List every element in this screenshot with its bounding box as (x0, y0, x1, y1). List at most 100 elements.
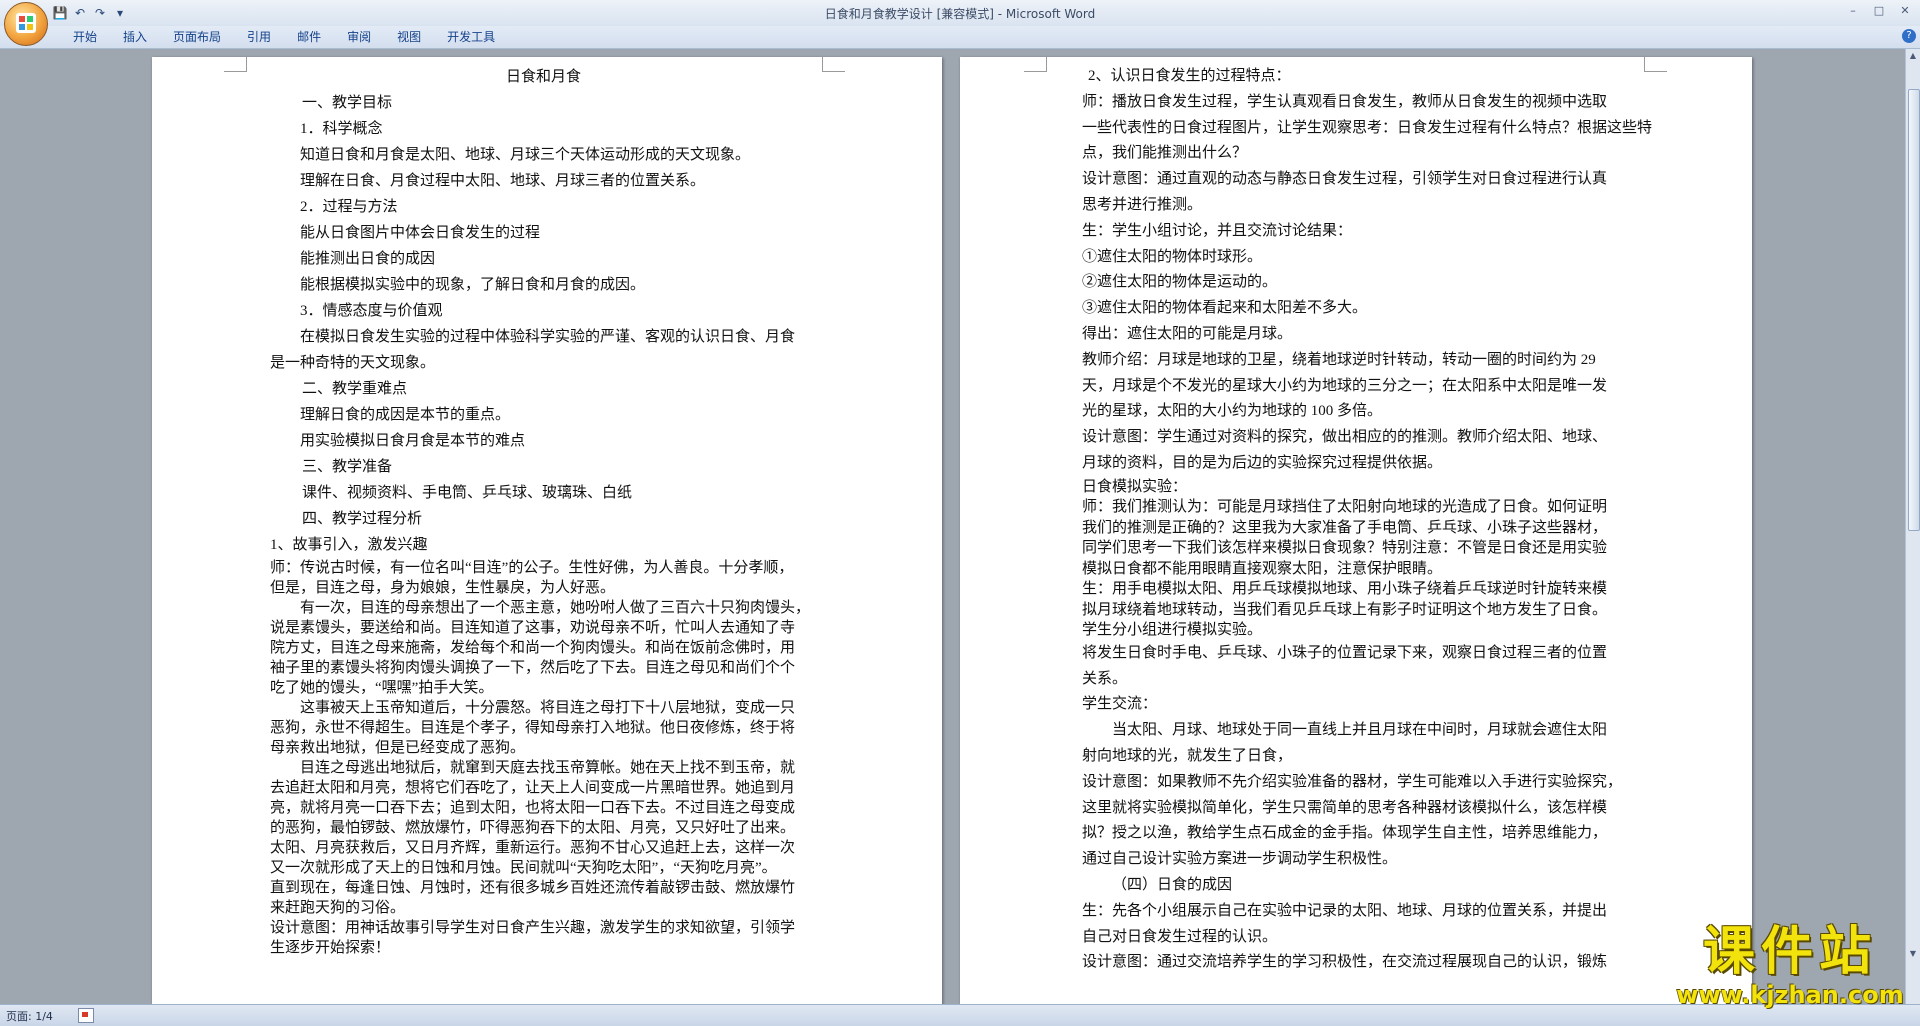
tab-mailings[interactable]: 邮件 (284, 29, 334, 45)
tab-review[interactable]: 审阅 (334, 29, 384, 45)
document-page-1[interactable]: 日食和月食 一、教学目标 1．科学概念 知道日食和月食是太阳、地球、月球三个天体… (152, 57, 942, 1004)
paragraph: 模拟日食都不能用眼睛直接观察太阳，注意保护眼睛。 (1082, 560, 1443, 577)
paragraph: 生：先各个小组展示自己在实验中记录的太阳、地球、月球的位置关系，并提出 (1082, 902, 1608, 919)
document-page-2[interactable]: 2、认识日食发生的过程特点： 师：播放日食发生过程，学生认真观看日食发生，教师从… (960, 57, 1752, 1004)
story-line: 说是素馒头，要送给和尚。目连知道了这事，劝说母亲不听，忙叫人去通知了寺 (270, 620, 796, 636)
tab-view[interactable]: 视图 (384, 29, 434, 45)
paragraph: 天，月球是个不发光的星球大小约为地球的三分之一；在太阳系中太阳是唯一发 (1082, 377, 1608, 394)
subheading: （四）日食的成因 (1112, 876, 1233, 893)
story-line: 太阳、月亮获救后，又日月齐辉，重新运行。恶狗不甘心又追赶上去，这样一次 (270, 840, 796, 856)
ribbon-tabs: 开始 插入 页面布局 引用 邮件 审阅 视图 开发工具 (60, 29, 508, 45)
ribbon: 开始 插入 页面布局 引用 邮件 审阅 视图 开发工具 ? (0, 26, 1920, 49)
paragraph: 设计意图：通过直观的动态与静态日食发生过程，引领学生对日食过程进行认真 (1082, 171, 1608, 188)
tab-insert[interactable]: 插入 (110, 29, 160, 45)
heading: 二、教学重难点 (302, 381, 408, 397)
paragraph: 拟月球绕着地球转动，当我们看见乒乓球上有影子时证明这个地方发生了日食。 (1082, 601, 1608, 618)
margin-corner-marker (1024, 57, 1047, 72)
list-item: ②遮住太阳的物体是运动的。 (1082, 274, 1278, 291)
tab-home[interactable]: 开始 (60, 29, 110, 45)
undo-icon[interactable]: ↶ (72, 5, 88, 21)
document-title: 日食和月食教学设计 [兼容模式] - (824, 7, 1006, 21)
scrollbar-thumb[interactable] (1908, 89, 1920, 531)
paragraph: 设计意图：通过交流培养学生的学习积极性，在交流过程展现自己的认识，锻炼 (1082, 954, 1608, 971)
heading: 四、教学过程分析 (302, 511, 423, 527)
story-line: 母亲救出地狱，但是已经变成了恶狗。 (270, 740, 526, 756)
customize-toolbar-icon[interactable]: ▾ (112, 5, 128, 21)
paragraph: 同学们思考一下我们该怎样来模拟日食现象？特别注意：不管是日食还是用实验 (1082, 540, 1608, 557)
paragraph: 通过自己设计实验方案进一步调动学生积极性。 (1082, 851, 1398, 868)
heading: 三、教学准备 (302, 459, 393, 475)
document-workspace: 日食和月食 一、教学目标 1．科学概念 知道日食和月食是太阳、地球、月球三个天体… (0, 49, 1905, 1004)
story-line: 来赶跑天狗的习俗。 (270, 900, 406, 916)
subheading: 1、故事引入，激发兴趣 (270, 537, 428, 553)
title-bar: 日食和月食教学设计 [兼容模式] - Microsoft Word 💾 ↶ ↷ … (0, 0, 1920, 26)
paragraph: 点，我们能推测出什么？ (1082, 145, 1248, 162)
paragraph: 教师介绍：月球是地球的卫星，绕着地球逆时针转动，转动一圈的时间约为 29 (1082, 351, 1596, 368)
paragraph: 学生交流： (1082, 696, 1158, 713)
paragraph: 我们的推测是正确的？这里我为大家准备了手电筒、乒乓球、小珠子这些器材， (1082, 519, 1608, 536)
quick-access-toolbar: 💾 ↶ ↷ ▾ (52, 4, 128, 22)
story-line: 的恶狗，最怕锣鼓、燃放爆竹，吓得恶狗吞下的太阳、月亮，又只好吐了出来。 (270, 820, 796, 836)
paragraph: 拟？授之以渔，教给学生点石成金的金手指。体现学生自主性，培养思维能力， (1082, 825, 1608, 842)
list-item: ①遮住太阳的物体时球形。 (1082, 248, 1263, 265)
doc-title: 日食和月食 (506, 69, 582, 85)
story-line: 又一次就形成了天上的日蚀和月蚀。民间就叫“天狗吃太阳”，“天狗吃月亮”。 (270, 860, 777, 876)
office-button[interactable] (4, 2, 48, 46)
watermark-url: www.kjzhan.com (1676, 981, 1904, 1009)
window-controls: – □ ✕ (1840, 2, 1918, 20)
story-line: 院方丈，目连之母来施斋，发给每个和尚一个狗肉馒头。和尚在饭前念佛时，用 (270, 640, 796, 656)
paragraph: 关系。 (1082, 670, 1128, 687)
window-title: 日食和月食教学设计 [兼容模式] - Microsoft Word (0, 5, 1920, 22)
paragraph: 理解日食的成因是本节的重点。 (300, 407, 511, 423)
minimize-button[interactable]: – (1840, 2, 1866, 20)
help-icon[interactable]: ? (1902, 29, 1916, 43)
subheading: 3．情感态度与价值观 (300, 303, 443, 319)
paragraph: 设计意图：学生通过对资料的探究，做出相应的的推测。教师介绍太阳、地球、 (1082, 429, 1608, 446)
paragraph: 在模拟日食发生实验的过程中体验科学实验的严谨、客观的认识日食、月食 (300, 329, 796, 345)
story-line: 恶狗，永世不得超生。目连是个孝子，得知母亲打入地狱。他日夜修炼，终于将 (270, 720, 796, 736)
paragraph: 能从日食图片中体会日食发生的过程 (300, 225, 541, 241)
story-line: 去追赶太阳和月亮，想将它们吞吃了，让天上人间变成一片黑暗世界。她追到月 (270, 780, 796, 796)
paragraph: 生：学生小组讨论，并且交流讨论结果： (1082, 222, 1353, 239)
paragraph: 设计意图：如果教师不先介绍实验准备的器材，学生可能难以入手进行实验探究， (1082, 773, 1623, 790)
watermark-title: 课件站 (1702, 922, 1877, 982)
paragraph: 将发生日食时手电、乒乓球、小珠子的位置记录下来，观察日食过程三者的位置 (1082, 644, 1608, 661)
save-icon[interactable]: 💾 (52, 5, 68, 21)
paragraph: 课件、视频资料、手电筒、乒乓球、玻璃珠、白纸 (302, 485, 633, 501)
paragraph: 用实验模拟日食月食是本节的难点 (300, 433, 526, 449)
story-line: 师：传说古时候，有一位名叫“目连”的公子。生性好佛，为人善良。十分孝顺， (270, 560, 794, 576)
paragraph: 射向地球的光，就发生了日食， (1082, 747, 1293, 764)
paragraph: 生：用手电模拟太阳、用乒乓球模拟地球、用小珠子绕着乒乓球逆时针旋转来模 (1082, 581, 1608, 598)
story-line: 但是，目连之母，身为娘娘，生性暴戾，为人好恶。 (270, 580, 616, 596)
paragraph: 这里就将实验模拟简单化，学生只需简单的思考各种器材该模拟什么，该怎样模 (1082, 799, 1608, 816)
story-line: 直到现在，每逢日蚀、月蚀时，还有很多城乡百姓还流传着敲锣击鼓、燃放爆竹 (270, 880, 796, 896)
paragraph: 自己对日食发生过程的认识。 (1082, 928, 1278, 945)
paragraph: 学生分小组进行模拟实验。 (1082, 622, 1263, 639)
tab-developer[interactable]: 开发工具 (434, 29, 508, 45)
paragraph: 理解在日食、月食过程中太阳、地球、月球三者的位置关系。 (300, 173, 706, 189)
redo-icon[interactable]: ↷ (92, 5, 108, 21)
paragraph: 得出：遮住太阳的可能是月球。 (1082, 325, 1293, 342)
scroll-up-icon[interactable]: ▲ (1908, 51, 1918, 63)
proofing-icon[interactable] (78, 1008, 94, 1023)
paragraph: 师：我们推测认为：可能是月球挡住了太阳射向地球的光造成了日食。如何证明 (1082, 499, 1608, 516)
status-bar: 页面: 1/4 (0, 1004, 1920, 1026)
page-count[interactable]: 页面: 1/4 (6, 1008, 53, 1024)
tab-page-layout[interactable]: 页面布局 (160, 29, 234, 45)
tab-references[interactable]: 引用 (234, 29, 284, 45)
vertical-scrollbar[interactable]: ▲ ▼ (1905, 49, 1920, 1004)
paragraph: 能推测出日食的成因 (300, 251, 436, 267)
page-2-text[interactable]: 2、认识日食发生的过程特点： 师：播放日食发生过程，学生认真观看日食发生，教师从… (1082, 64, 1662, 976)
story-line: 吃了她的馒头，“嘿嘿”拍手大笑。 (270, 680, 494, 696)
paragraph: 思考并进行推测。 (1082, 196, 1203, 213)
subheading: 2、认识日食发生的过程特点： (1088, 68, 1291, 84)
page-1-text[interactable]: 日食和月食 一、教学目标 1．科学概念 知道日食和月食是太阳、地球、月球三个天体… (270, 64, 850, 958)
subheading: 1．科学概念 (300, 121, 383, 137)
close-button[interactable]: ✕ (1892, 2, 1918, 20)
maximize-button[interactable]: □ (1866, 2, 1892, 20)
subheading: 2．过程与方法 (300, 199, 398, 215)
subheading: 日食模拟实验： (1082, 478, 1188, 495)
story-line: 有一次，目连的母亲想出了一个恶主意，她吩咐人做了三百六十只狗肉馒头， (300, 600, 811, 616)
site-watermark: 课件站 www.kjzhan.com (1665, 922, 1915, 1008)
story-line: 设计意图：用神话故事引导学生对日食产生兴趣，激发学生的求知欲望，引领学 (270, 920, 796, 936)
